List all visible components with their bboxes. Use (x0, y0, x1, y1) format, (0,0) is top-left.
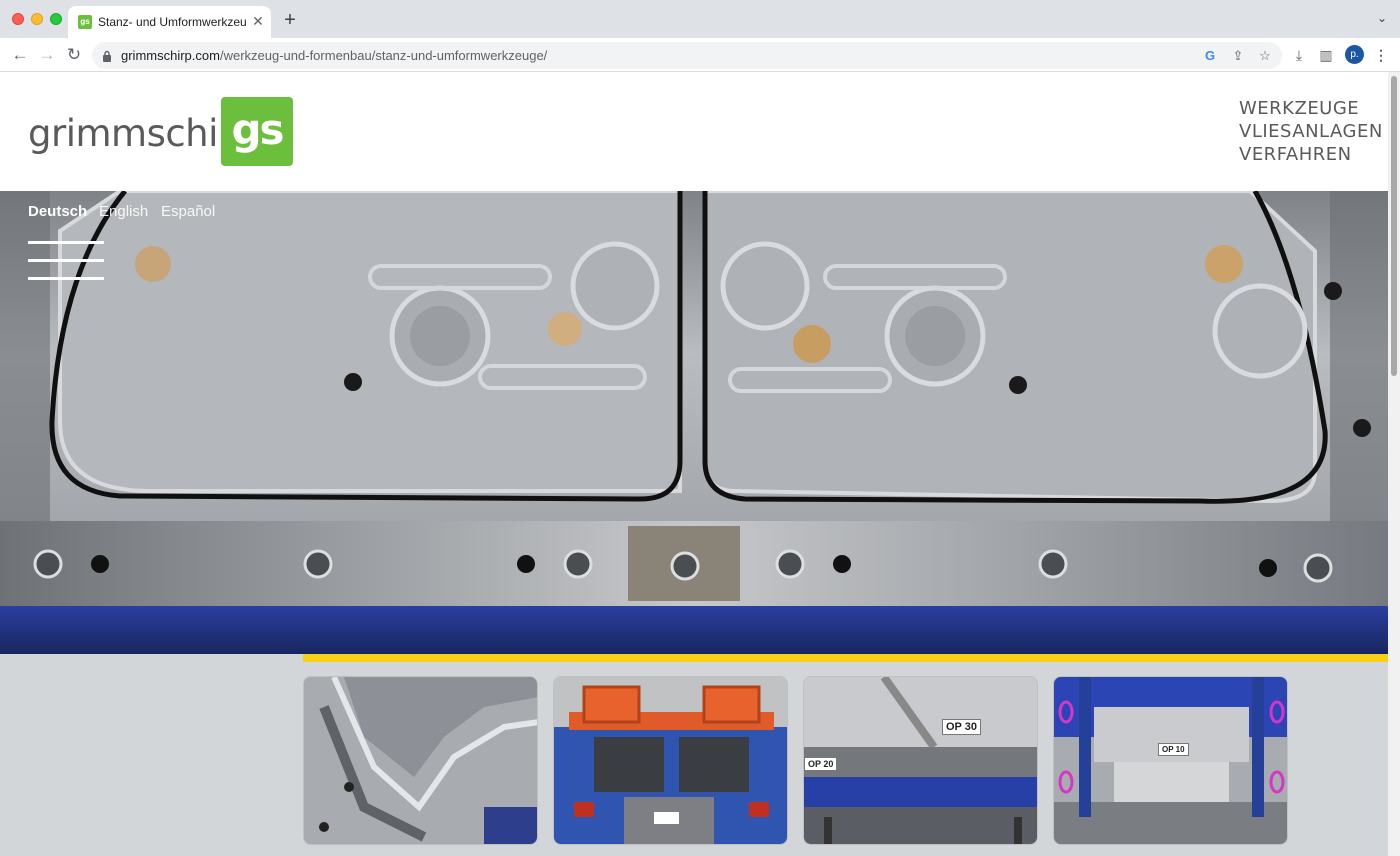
nav-item-vliesanlagen[interactable]: VLIESANLAGEN (1239, 120, 1383, 143)
tab-title: Stanz- und Umformwerkzeuge (98, 15, 246, 29)
browser-tab-active[interactable]: gs Stanz- und Umformwerkzeuge ✕ (68, 6, 271, 38)
new-tab-icon[interactable]: + (280, 10, 300, 30)
nav-item-werkzeuge[interactable]: WERKZEUGE (1239, 97, 1383, 120)
main-nav: WERKZEUGE VLIESANLAGEN VERFAHREN (1239, 97, 1383, 166)
site-header: grimmschirp gs WERKZEUGE VLIESANLAGEN VE… (0, 72, 1388, 191)
profile-avatar[interactable]: p. (1345, 45, 1364, 64)
url-host: grimmschirp.com (121, 48, 220, 63)
thumbnail-label-op30: OP 30 (942, 719, 981, 735)
tab-search-icon[interactable]: ⌄ (1374, 11, 1390, 27)
hamburger-menu-icon-line3[interactable] (28, 277, 104, 280)
logo-mark[interactable]: gs (221, 97, 293, 166)
hamburger-menu-icon[interactable] (28, 241, 104, 244)
language-espanol[interactable]: Español (161, 203, 215, 220)
page-scrollbar[interactable] (1388, 72, 1400, 856)
star-icon[interactable]: ☆ (1256, 47, 1274, 65)
nav-item-verfahren[interactable]: VERFAHREN (1239, 143, 1383, 166)
scrollbar-thumb[interactable] (1391, 76, 1397, 376)
hero-tool-photo (0, 191, 1388, 654)
google-icon[interactable]: G (1201, 47, 1219, 65)
gallery-thumbnail-3[interactable]: OP 30 OP 20 (803, 676, 1038, 845)
sidepanel-icon[interactable]: ▥ (1317, 46, 1335, 64)
thumbnail-label-op20: OP 20 (804, 757, 838, 771)
favicon-icon: gs (78, 15, 92, 29)
hero-image: Deutsch English Español (0, 191, 1388, 654)
hamburger-menu-icon-line2[interactable] (28, 259, 104, 262)
tab-close-icon[interactable]: ✕ (250, 13, 266, 29)
language-english[interactable]: English (99, 203, 148, 220)
reload-icon[interactable]: ↻ (62, 43, 86, 67)
thumbnail-label-op10: OP 10 (1158, 743, 1189, 756)
menu-icon[interactable]: ⋮ (1372, 46, 1390, 64)
gallery-thumbnail-1[interactable] (303, 676, 538, 845)
back-icon[interactable]: ← (8, 43, 32, 67)
download-icon[interactable]: ⤓ (1290, 46, 1308, 64)
accent-bar (303, 654, 1388, 662)
lock-icon (103, 50, 111, 62)
gallery-thumbnail-2[interactable] (553, 676, 788, 845)
browser-tab-bar: gs Stanz- und Umformwerkzeuge ✕ + ⌄ (0, 0, 1400, 38)
gallery-thumbnail-4[interactable]: OP 10 (1053, 676, 1288, 845)
browser-toolbar: ← → ↻ grimmschirp.com/werkzeug-und-forme… (0, 38, 1400, 72)
url-path: /werkzeug-und-formenbau/stanz-und-umform… (219, 48, 548, 63)
language-deutsch[interactable]: Deutsch (28, 203, 87, 220)
close-window-button[interactable] (12, 13, 24, 25)
address-bar[interactable]: grimmschirp.com/werkzeug-und-formenbau/s… (92, 42, 1282, 69)
share-icon[interactable]: ⇪ (1229, 47, 1247, 65)
url-text: grimmschirp.com/werkzeug-und-formenbau/s… (121, 48, 547, 63)
logo-mark-text: gs (231, 105, 284, 154)
forward-icon[interactable]: → (35, 43, 59, 67)
minimize-window-button[interactable] (31, 13, 43, 25)
maximize-window-button[interactable] (50, 13, 62, 25)
page-viewport: grimmschirp gs WERKZEUGE VLIESANLAGEN VE… (0, 72, 1388, 856)
